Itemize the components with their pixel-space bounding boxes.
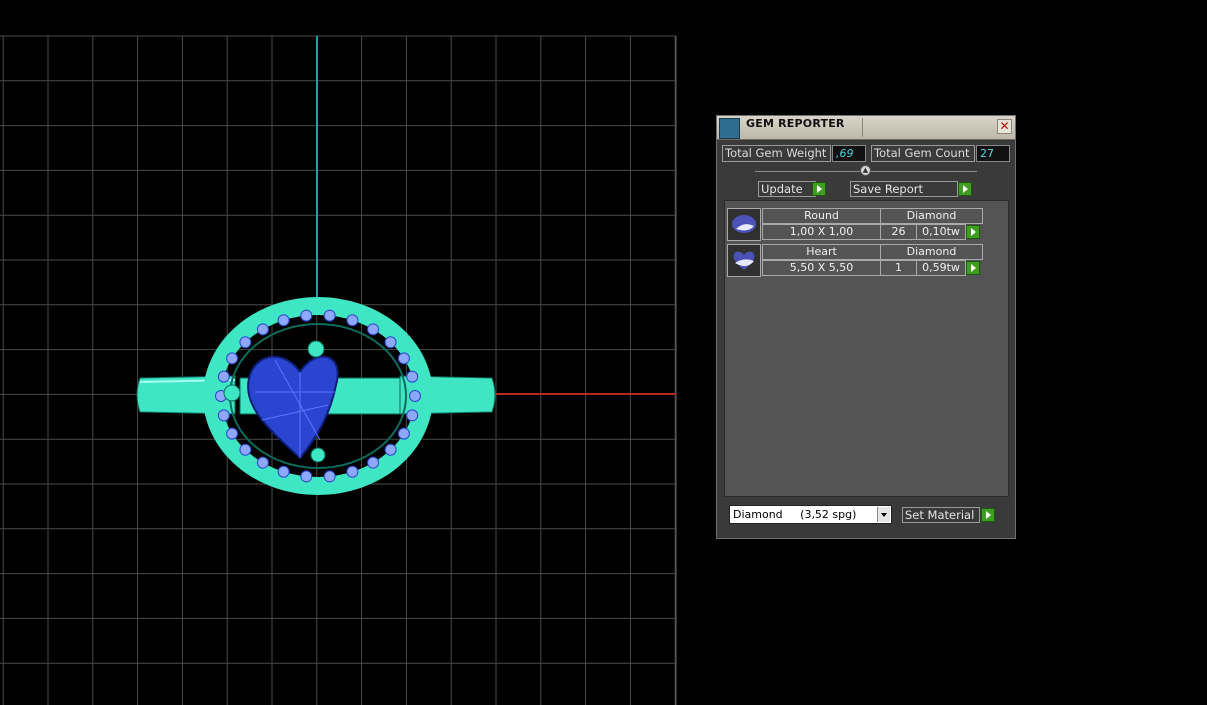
material-select[interactable]: Diamond (3,52 spg): [729, 505, 892, 524]
gem-row[interactable]: Heart Diamond 5,50 X 5,50 1 0,59tw: [727, 244, 985, 277]
gem-count: 1: [880, 260, 917, 276]
set-material-go-icon[interactable]: [981, 508, 995, 522]
app-icon: [719, 118, 740, 139]
halo-stone: [346, 314, 359, 327]
slider-handle[interactable]: ▲: [860, 165, 871, 176]
halo-stone: [367, 456, 380, 469]
halo-stone: [397, 352, 410, 365]
halo-stone: [277, 314, 290, 327]
gem-row[interactable]: Round Diamond 1,00 X 1,00 26 0,10tw: [727, 208, 985, 241]
halo-stone: [346, 465, 359, 478]
gem-material: Diamond: [880, 208, 983, 224]
halo-stone: [256, 323, 269, 336]
update-button[interactable]: Update: [758, 181, 816, 197]
heart-gem-icon: [733, 251, 755, 270]
halo-stone: [406, 370, 419, 383]
prong-top: [307, 340, 325, 358]
set-material-button[interactable]: Set Material: [902, 507, 980, 523]
total-gem-weight-value: ,69: [832, 145, 866, 162]
title-bar[interactable]: GEM REPORTER ✕: [717, 116, 1015, 140]
total-gem-count-label: Total Gem Count: [871, 145, 975, 162]
material-select-value: Diamond (3,52 spg): [733, 508, 857, 521]
gem-row-go-icon[interactable]: [966, 225, 980, 239]
halo-stone: [406, 409, 419, 422]
gem-size: 1,00 X 1,00: [762, 224, 881, 240]
save-report-button[interactable]: Save Report: [850, 181, 958, 197]
prong-bottom: [310, 447, 326, 463]
halo-stone: [384, 443, 397, 456]
gem-list[interactable]: Round Diamond 1,00 X 1,00 26 0,10tw Hear…: [724, 200, 1009, 497]
gem-thumbnail: [727, 244, 761, 277]
halo-stone: [323, 470, 336, 483]
gem-material: Diamond: [880, 244, 983, 260]
gem-shape: Round: [762, 208, 881, 224]
close-icon[interactable]: ✕: [997, 119, 1012, 134]
save-report-label: Save Report: [853, 182, 924, 196]
heart-gem: [247, 355, 339, 460]
save-report-go-icon[interactable]: [958, 182, 972, 196]
halo-stone: [226, 352, 239, 365]
halo-stone: [409, 390, 421, 402]
update-go-icon[interactable]: [812, 182, 826, 196]
gem-weight: 0,10tw: [916, 224, 966, 240]
gem-count: 26: [880, 224, 917, 240]
update-label: Update: [761, 182, 803, 196]
halo-stone: [300, 470, 313, 483]
total-gem-weight-label: Total Gem Weight: [722, 145, 831, 162]
viewport-3d[interactable]: [0, 0, 1207, 705]
gem-size: 5,50 X 5,50: [762, 260, 881, 276]
halo-stone: [367, 323, 380, 336]
round-gem-icon: [732, 215, 756, 233]
halo-stone: [217, 409, 230, 422]
halo-stone: [323, 309, 336, 322]
title-separator: [862, 118, 863, 137]
prong-left: [223, 384, 241, 402]
halo-stone: [300, 309, 313, 322]
set-material-label: Set Material: [905, 508, 975, 522]
gem-weight: 0,59tw: [916, 260, 966, 276]
chevron-down-icon[interactable]: [877, 507, 890, 522]
halo-stone: [226, 427, 239, 440]
total-gem-count-value: 27: [976, 145, 1010, 162]
halo-stone: [239, 336, 252, 349]
gem-row-go-icon[interactable]: [966, 261, 980, 275]
halo-stone: [397, 427, 410, 440]
halo-stone: [256, 456, 269, 469]
gem-thumbnail: [727, 208, 761, 241]
ring-model[interactable]: [136, 297, 496, 495]
halo-stone: [239, 443, 252, 456]
viewport-canvas[interactable]: [0, 0, 1207, 705]
halo-stone: [384, 336, 397, 349]
halo-stone: [217, 370, 230, 383]
gem-shape: Heart: [762, 244, 881, 260]
halo-stone: [277, 465, 290, 478]
panel-title: GEM REPORTER: [746, 117, 845, 130]
gem-reporter-panel: GEM REPORTER ✕ Total Gem Weight ,69 Tota…: [716, 115, 1016, 539]
